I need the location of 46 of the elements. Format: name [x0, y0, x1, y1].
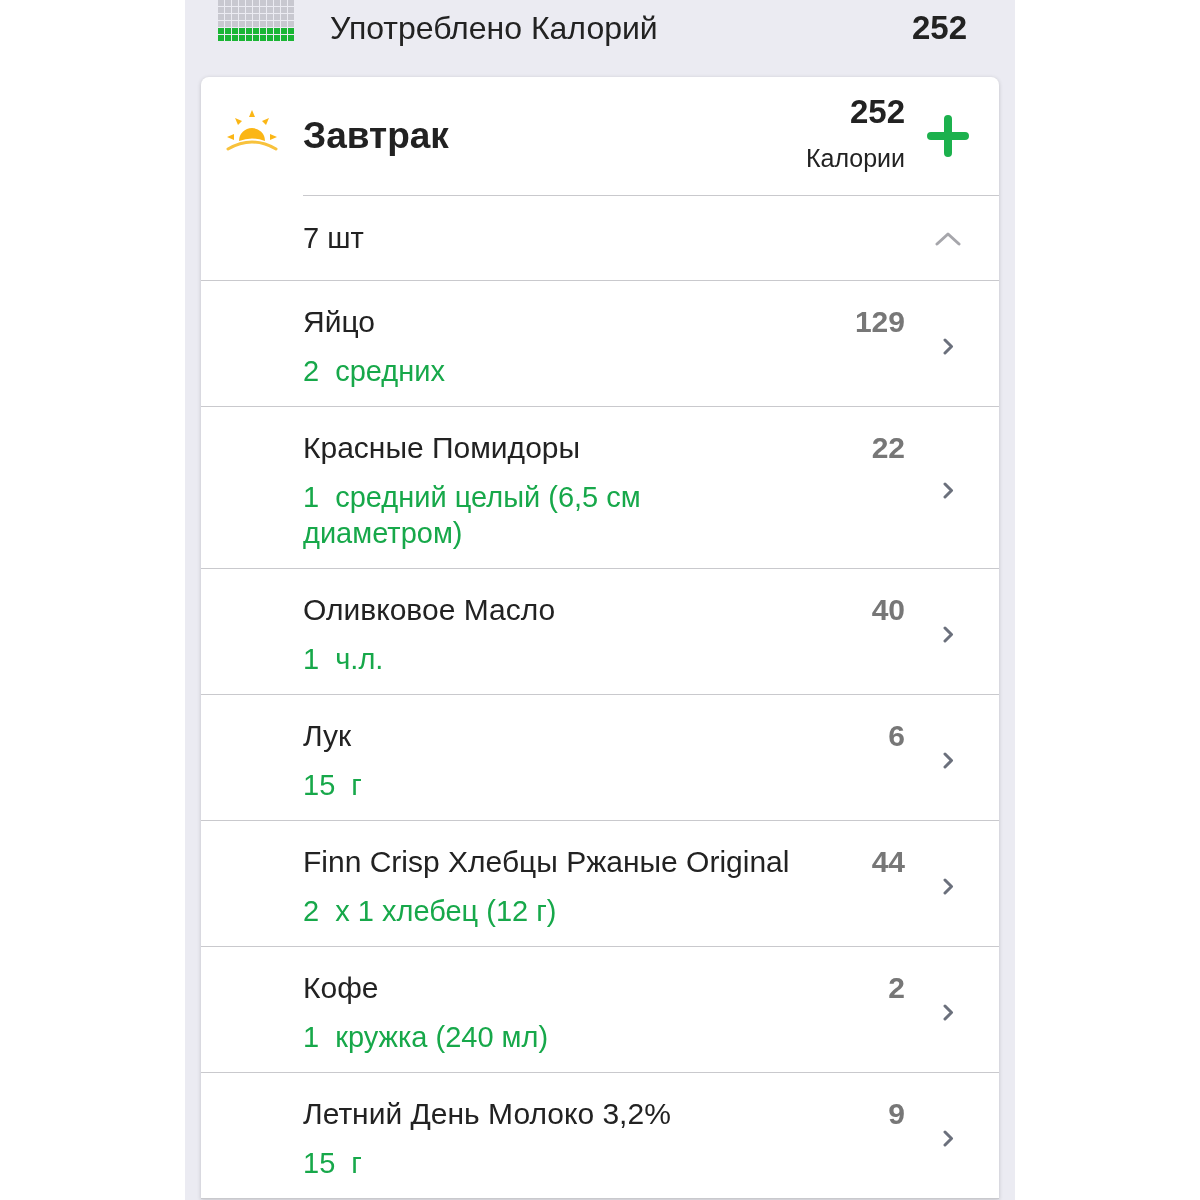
food-serving: 1 средний целый (6,5 см диаметром)	[303, 480, 642, 551]
food-row[interactable]: Оливковое Масло 1 ч.л. 40	[201, 569, 999, 695]
food-calories: 22	[871, 430, 905, 466]
food-name: Красные Помидоры	[303, 430, 582, 466]
chevron-right-icon	[942, 338, 954, 355]
food-name: Яйцо	[303, 304, 376, 340]
food-serving: 1 кружка (240 мл)	[303, 1020, 550, 1055]
food-serving: 15 г	[303, 1146, 363, 1181]
chevron-right-icon	[942, 482, 954, 499]
food-calories: 6	[888, 718, 905, 754]
food-calories: 129	[854, 304, 905, 340]
food-name: Finn Crisp Хлебцы Ржаные Original	[303, 844, 791, 880]
food-row[interactable]: Летний День Молоко 3,2% 15 г 9	[201, 1073, 999, 1199]
chevron-right-icon	[942, 878, 954, 895]
food-row[interactable]: Яйцо 2 средних 129	[201, 281, 999, 407]
add-button[interactable]	[927, 115, 969, 157]
food-serving: 2 средних	[303, 354, 446, 389]
food-name: Оливковое Масло	[303, 592, 557, 628]
chevron-right-icon	[942, 752, 954, 769]
food-name: Кофе	[303, 970, 380, 1006]
chevron-right-icon	[942, 1130, 954, 1147]
food-name: Летний День Молоко 3,2%	[303, 1096, 672, 1132]
grid-icon	[218, 0, 294, 41]
calories-consumed-label: Употреблено Калорий	[330, 9, 659, 47]
food-calories: 40	[871, 592, 905, 628]
food-row[interactable]: Кофе 1 кружка (240 мл) 2	[201, 947, 999, 1073]
food-serving: 1 ч.л.	[303, 642, 385, 677]
food-serving: 15 г	[303, 768, 363, 803]
chevron-right-icon	[942, 626, 954, 643]
food-name: Лук	[303, 718, 353, 754]
food-calories: 2	[888, 970, 905, 1006]
meal-title: Завтрак	[303, 115, 450, 157]
food-row[interactable]: Красные Помидоры 1 средний целый (6,5 см диаметром) 22	[201, 407, 999, 569]
sunrise-icon	[226, 109, 278, 151]
food-serving: 2 x 1 хлебец (12 г)	[303, 894, 558, 929]
plus-icon	[927, 115, 969, 157]
chevron-up-icon[interactable]	[935, 230, 961, 246]
food-calories: 44	[871, 844, 905, 880]
calories-consumed-value: 252	[911, 9, 967, 47]
food-calories: 9	[888, 1096, 905, 1132]
food-row[interactable]: Лук 15 г 6	[201, 695, 999, 821]
item-count: 7 шт	[303, 221, 365, 255]
food-row[interactable]: Finn Crisp Хлебцы Ржаные Original 2 x 1 хлебец (12 г) 44	[201, 821, 999, 947]
chevron-right-icon	[942, 1004, 954, 1021]
meal-calories-label: Калории	[805, 143, 905, 173]
meal-calories-value: 252	[849, 93, 905, 131]
